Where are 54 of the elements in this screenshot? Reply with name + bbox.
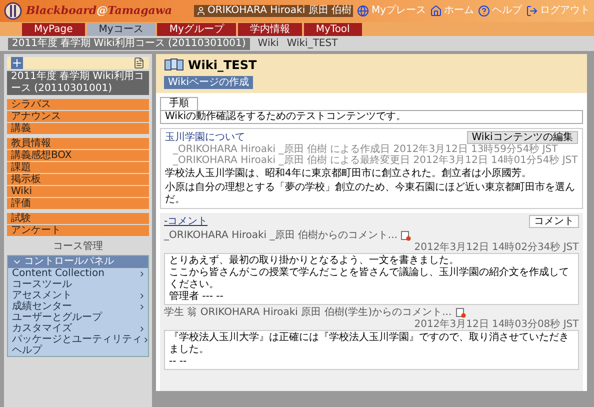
nav-tab[interactable]: Myグループ (157, 23, 236, 36)
description: Wikiの動作確認をするためのテストコンテンツです。 (160, 110, 583, 124)
course-menu-item[interactable]: 試験 (7, 213, 149, 224)
course-menu-item[interactable]: 課題 (7, 162, 149, 173)
course-menu-item[interactable]: Wiki (7, 186, 149, 197)
control-panel-item[interactable]: カスタマイズ (8, 323, 148, 334)
control-panel-item[interactable]: ユーザーとグループ (8, 312, 148, 323)
course-menu-item[interactable]: 教員情報 (7, 138, 149, 149)
nav-tab[interactable]: Myコース (86, 23, 156, 36)
comment-date: 2012年3月12日 14時03分08秒 JST (414, 319, 579, 330)
wiki-page-title: 玉川学園について (165, 132, 245, 144)
page-paragraph: 学校法人玉川学園は、昭和4年に東京都町田市に創立された。創立者は小原國芳。 (165, 168, 532, 180)
logo-text: Blackboard@Tamagawa (26, 5, 172, 17)
nav-tab[interactable]: MyPage (22, 23, 85, 36)
nav-tab[interactable]: 学内情報 (238, 23, 302, 36)
comment-text: ここから皆さんがこの授業で学んだことを皆さんで議論し、玉川学園の紹介文を作成してください。 (169, 267, 570, 290)
comment-text: -- -- (169, 356, 188, 368)
comments-toggle-link[interactable]: -コメント (164, 216, 208, 228)
control-panel-item[interactable]: 成績センター (8, 301, 148, 312)
control-panel-item[interactable]: パッケージとユーティリティ (8, 334, 148, 345)
comment-text: 管理者 --- -- (169, 291, 224, 303)
info-tab[interactable]: 手順 (160, 97, 198, 110)
meta-line: _ORIKOHARA Hiroaki _原田 伯樹 による作成日 2012年3月12日 13時59分54秒 JST (172, 144, 558, 155)
comment-author: _ORIKOHARA Hiroaki _原田 伯樹からのコメント... (164, 230, 398, 242)
course-menu-item[interactable]: 掲示板 (7, 174, 149, 185)
breadcrumb-item[interactable]: Wiki (258, 38, 279, 50)
comment-text: とりあえず、最初の取り掛かりとなるよう、一文を書きました。 (169, 255, 460, 266)
control-panel-item[interactable]: ヘルプ (8, 345, 148, 356)
course-title: 2011年度 春学期 Wiki利用コース (20110301001) (7, 71, 149, 95)
comment-button[interactable]: コメント (528, 215, 579, 228)
page-title: Wiki_TEST (188, 59, 257, 71)
create-page-button[interactable]: Wikiページの作成 (164, 76, 254, 89)
control-panel-title[interactable]: コントロールパネル (8, 256, 148, 268)
meta-line: _ORIKOHARA Hiroaki _原田 伯樹 による最終変更日 2012年3月12日 14時01分54秒 JST (172, 155, 578, 166)
control-panel-item[interactable]: アセスメント (8, 290, 148, 301)
course-menu-item[interactable]: 講義感想BOX (7, 150, 149, 161)
comment-author: 学生 翁 ORIKOHARA Hiroaki 原田 伯樹(学生)からのコメント... (164, 307, 452, 319)
course-breadcrumb[interactable]: 2011年度 春学期 Wiki利用コース (20110301001) (8, 38, 250, 50)
page-paragraph: 小原は自分の理想とする「夢の学校」創立のため、今東石園にほど近い東京都町田市を選んだ。 (165, 182, 576, 206)
course-menu-item[interactable]: 評価 (7, 198, 149, 209)
control-panel-item[interactable]: コースツール (8, 279, 148, 290)
control-panel-item[interactable]: Content Collection (8, 268, 148, 279)
comment-text: 『学校法人玉川大学』は正確には『学校法人玉川学園』ですので、取り消させていただきました。 (169, 332, 570, 356)
manage-label: コース管理 (52, 241, 104, 253)
user-name: ORIKOHARA Hiroaki 原田 伯樹 (194, 5, 354, 17)
comment-date: 2012年3月12日 14時02分34秒 JST (414, 242, 579, 253)
course-menu-item[interactable]: アナウンス (7, 111, 149, 122)
edit-content-button[interactable]: Wikiコンテンツの編集 (466, 131, 578, 144)
course-menu-item[interactable]: アンケート (7, 225, 149, 236)
breadcrumb-item[interactable]: Wiki_TEST (286, 38, 338, 50)
course-menu-item[interactable]: 講義 (7, 123, 149, 134)
course-menu-item[interactable]: シラバス (7, 99, 149, 110)
control-panel-label: コントロールパネル (24, 256, 114, 268)
nav-tab[interactable]: MyTool (304, 23, 362, 36)
